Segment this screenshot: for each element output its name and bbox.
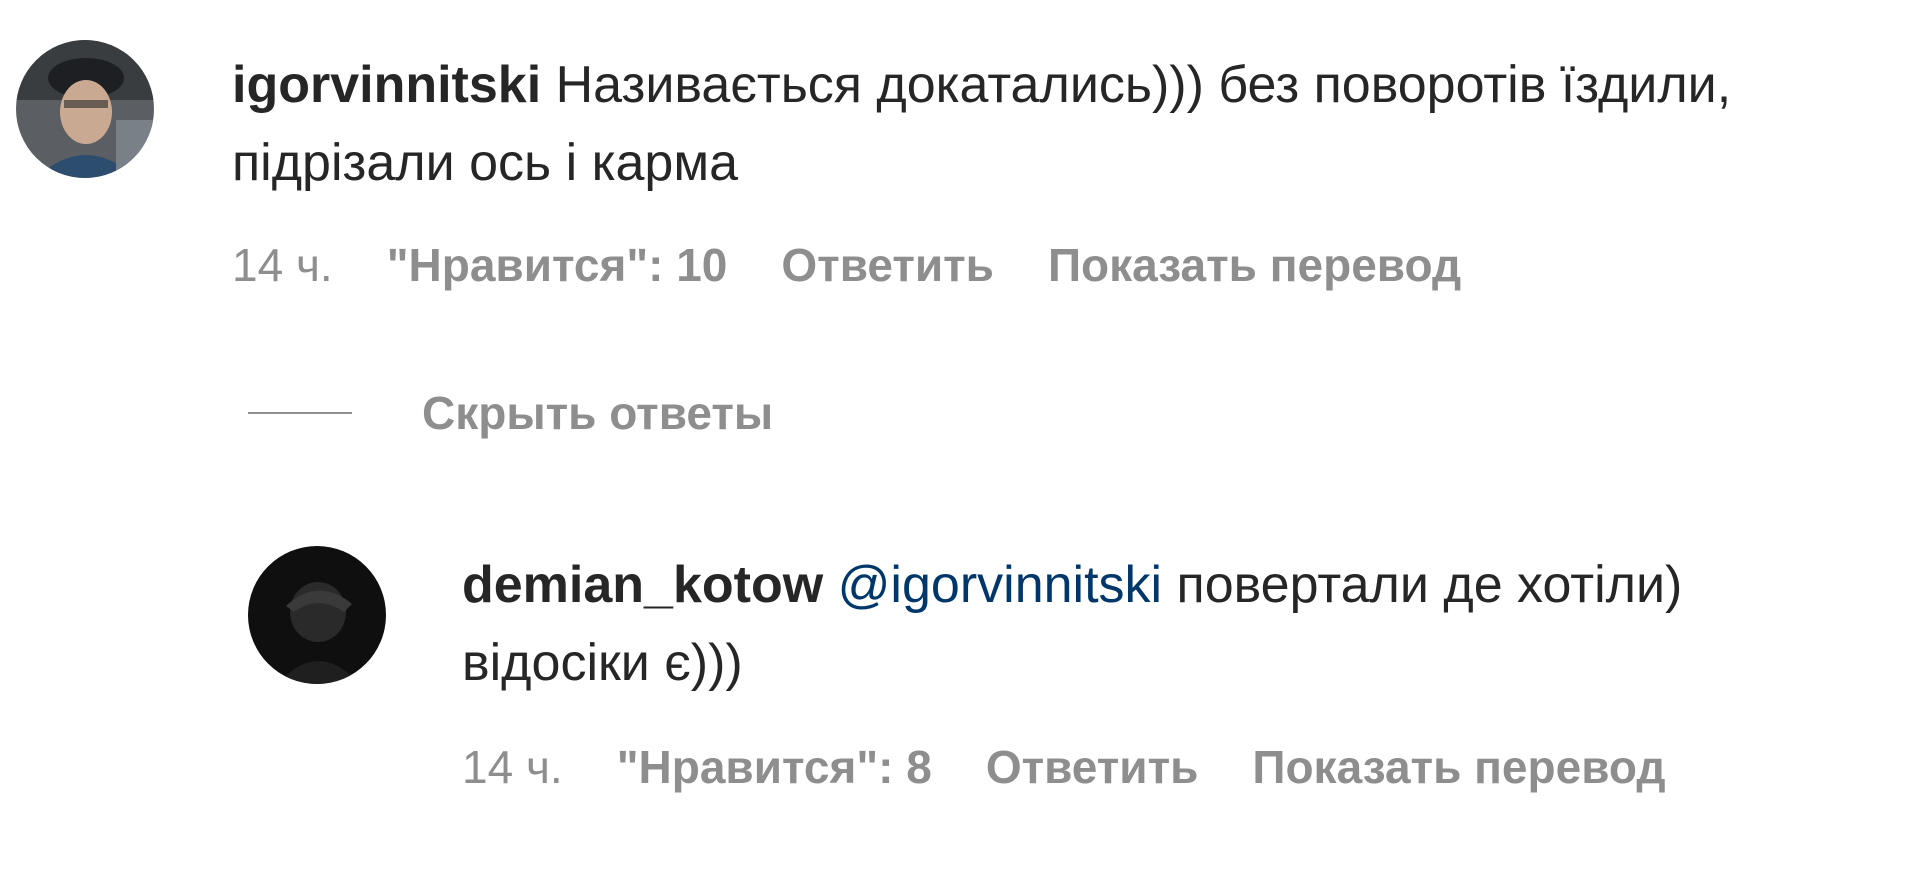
avatar[interactable] [16, 40, 154, 178]
reply-text: demian_kotow @igorvinnitski повертали де… [462, 546, 1862, 702]
user-avatar-icon [16, 40, 154, 178]
reply-meta: 14 ч. "Нравится": 8 Ответить Показать пе… [462, 740, 1666, 794]
comment-text: igorvinnitski Називається докатались))) … [232, 46, 1792, 202]
comment-meta: 14 ч. "Нравится": 10 Ответить Показать п… [232, 238, 1461, 292]
reply-button[interactable]: Ответить [781, 238, 994, 292]
show-translation-button[interactable]: Показать перевод [1048, 238, 1461, 292]
reply-reply-button[interactable]: Ответить [986, 740, 1199, 794]
comment-username[interactable]: igorvinnitski [232, 56, 541, 114]
reply-time[interactable]: 14 ч. [462, 740, 563, 794]
divider-line [248, 412, 352, 414]
reply-mention[interactable]: @igorvinnitski [838, 556, 1162, 614]
hide-replies-label: Скрыть ответы [422, 387, 774, 439]
reply-show-translation-button[interactable]: Показать перевод [1252, 740, 1665, 794]
reply-username[interactable]: demian_kotow [462, 556, 823, 614]
reply-likes[interactable]: "Нравится": 8 [617, 740, 932, 794]
comment-time[interactable]: 14 ч. [232, 238, 333, 292]
hide-replies-button[interactable]: Скрыть ответы [248, 386, 773, 440]
comment-likes[interactable]: "Нравится": 10 [387, 238, 728, 292]
user-avatar-icon [248, 546, 386, 684]
reply-avatar[interactable] [248, 546, 386, 684]
